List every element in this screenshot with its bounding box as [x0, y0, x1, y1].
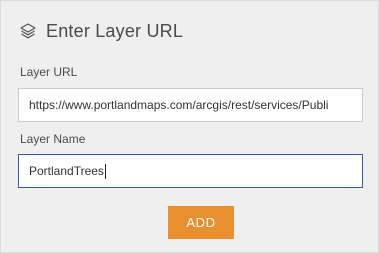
layer-name-value: PortlandTrees — [29, 164, 104, 178]
layer-url-value: https://www.portlandmaps.com/arcgis/rest… — [29, 98, 329, 112]
layer-name-label: Layer Name — [20, 132, 86, 146]
layer-name-input[interactable]: PortlandTrees — [18, 154, 363, 188]
layers-icon — [19, 22, 37, 40]
enter-layer-url-panel: Enter Layer URL Layer URL https://www.po… — [0, 0, 379, 253]
text-caret — [104, 163, 106, 179]
layer-url-input[interactable]: https://www.portlandmaps.com/arcgis/rest… — [18, 88, 363, 122]
layer-url-label: Layer URL — [20, 65, 78, 79]
panel-header: Enter Layer URL — [19, 18, 183, 44]
add-button[interactable]: ADD — [168, 206, 234, 239]
panel-title: Enter Layer URL — [46, 20, 184, 41]
